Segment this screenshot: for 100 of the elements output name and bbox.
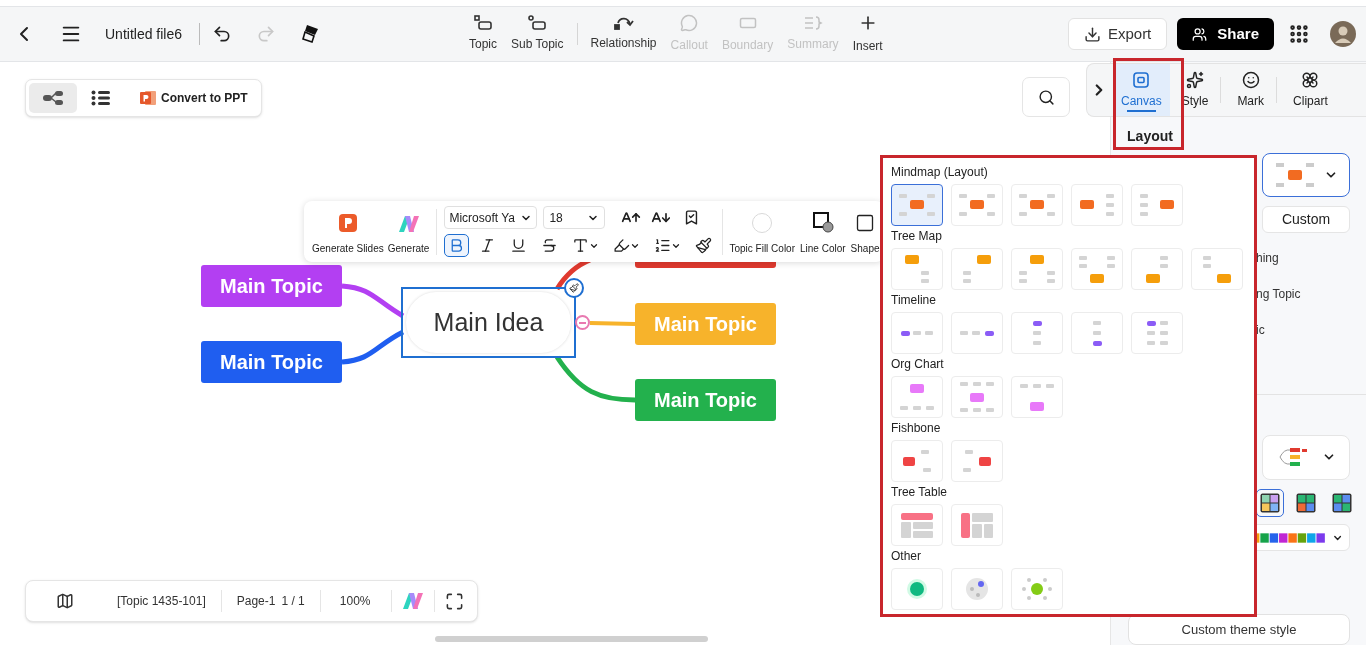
layout-thumbnail-icon bbox=[1019, 194, 1055, 216]
layout-group-title: Timeline bbox=[891, 293, 937, 307]
ai-tool-button[interactable]: Generate Slides bbox=[312, 213, 384, 256]
toolbar-button[interactable]: Sub Topic bbox=[504, 15, 571, 53]
underline-icon bbox=[510, 237, 528, 254]
toolbar-button[interactable]: Insert bbox=[845, 13, 890, 55]
layout-thumbnail-icon bbox=[961, 512, 993, 538]
layout-thumbnail-icon bbox=[1022, 578, 1052, 600]
map-icon[interactable] bbox=[56, 592, 74, 610]
setting-label: ic bbox=[1256, 321, 1266, 339]
layout-thumbnail-icon bbox=[905, 255, 929, 283]
export-button[interactable]: Export bbox=[1067, 18, 1168, 50]
setting-label: ng Topic bbox=[1256, 285, 1302, 303]
avatar[interactable] bbox=[1330, 21, 1356, 47]
ai-tool-button[interactable]: Generate bbox=[387, 215, 430, 256]
topic-node[interactable]: Main Topic bbox=[201, 341, 342, 383]
shape-style-button[interactable]: Topic Fill Color bbox=[729, 213, 795, 256]
layout-thumbnail-icon bbox=[1080, 194, 1114, 216]
framed-square-icon bbox=[1132, 70, 1151, 89]
layout-group-title: Fishbone bbox=[891, 421, 942, 435]
speech-bubble-icon bbox=[680, 14, 699, 32]
section-title: Layout bbox=[1127, 127, 1173, 145]
shape-style-button[interactable]: Shape bbox=[850, 213, 880, 256]
layout-thumbnail-icon bbox=[903, 450, 931, 472]
layout-group-title: Mindmap (Layout) bbox=[891, 165, 989, 179]
layout-thumbnail-icon bbox=[966, 578, 988, 600]
slides-logo-icon bbox=[337, 213, 358, 233]
layout-thumbnail-icon bbox=[1032, 321, 1042, 345]
layout-thumbnail-icon bbox=[900, 384, 934, 410]
layout-thumbnail-icon bbox=[960, 382, 994, 412]
download-icon bbox=[1083, 25, 1101, 43]
gradient-logo-icon bbox=[401, 592, 424, 610]
layout-thumbnail-icon bbox=[907, 579, 927, 599]
line-color-icon bbox=[811, 211, 834, 233]
layout-thumbnail-icon bbox=[1146, 321, 1168, 345]
page-name: Page-1 bbox=[236, 593, 276, 610]
strikethrough-icon bbox=[541, 237, 559, 254]
layout-thumbnail-icon bbox=[1092, 320, 1102, 346]
format-painter-icon[interactable] bbox=[302, 24, 321, 44]
layout-thumbnail-icon bbox=[1203, 255, 1231, 283]
presentation-logo-icon bbox=[139, 90, 157, 106]
connector-line bbox=[589, 321, 636, 326]
side-tab[interactable]: Clipart bbox=[1285, 64, 1336, 116]
square-icon bbox=[855, 213, 876, 233]
layout-group-title: Tree Table bbox=[891, 485, 949, 499]
horizontal-scrollbar[interactable] bbox=[435, 636, 708, 642]
topic-node[interactable] bbox=[635, 262, 776, 268]
connector-line bbox=[341, 329, 405, 365]
connector-line bbox=[341, 283, 405, 319]
layout-thumbnail-icon bbox=[963, 255, 991, 283]
toolbar-button[interactable]: Relationship bbox=[583, 16, 664, 52]
layout-group-title: Tree Map bbox=[891, 229, 943, 243]
brace-list-icon bbox=[802, 15, 823, 31]
bullet-list-icon bbox=[91, 90, 111, 106]
file-name[interactable]: Untitled file6 bbox=[105, 23, 183, 45]
central-topic-node[interactable]: Main Idea bbox=[401, 287, 576, 358]
share-button[interactable]: Share bbox=[1177, 18, 1274, 50]
layout-thumbnail-icon bbox=[1019, 255, 1055, 283]
custom-button[interactable]: Custom bbox=[1262, 206, 1350, 233]
layout-thumbnail-icon bbox=[960, 330, 994, 336]
highlighter-icon bbox=[613, 237, 631, 254]
layout-thumbnail-icon bbox=[959, 194, 995, 216]
toolbar-button[interactable]: Topic bbox=[462, 15, 504, 53]
layout-option[interactable] bbox=[891, 184, 943, 226]
mindmap-icon bbox=[42, 90, 64, 106]
layout-select[interactable] bbox=[1262, 153, 1350, 198]
theme-select[interactable] bbox=[1262, 434, 1350, 480]
topic-node[interactable]: Main Topic bbox=[201, 265, 342, 307]
apps-grid-icon[interactable] bbox=[1288, 23, 1310, 45]
setting-label: hing bbox=[1256, 249, 1280, 267]
numbered-list-icon bbox=[654, 237, 672, 254]
layout-thumbnail-icon bbox=[1079, 255, 1115, 283]
font-select[interactable]: Microsoft Ya bbox=[444, 206, 538, 229]
fullscreen-icon[interactable] bbox=[444, 591, 464, 611]
shape-style-button[interactable]: Line Color bbox=[800, 211, 846, 256]
font-size-select[interactable]: 18 bbox=[543, 206, 606, 229]
smile-icon bbox=[1241, 70, 1260, 89]
layout-thumbnail-icon bbox=[1146, 255, 1168, 283]
search-button[interactable] bbox=[1022, 77, 1070, 117]
search-icon bbox=[1037, 88, 1055, 106]
layout-group-title: Other bbox=[891, 549, 922, 563]
side-tab[interactable]: Canvas bbox=[1113, 64, 1170, 116]
layout-thumbnail-icon bbox=[901, 512, 933, 538]
mindmap-view-button[interactable] bbox=[29, 83, 77, 113]
gradient-logo-icon bbox=[397, 215, 420, 233]
layout-thumbnail-icon bbox=[901, 330, 933, 336]
custom-theme-button[interactable]: Custom theme style bbox=[1128, 614, 1350, 645]
layout-thumbnail-icon bbox=[1020, 383, 1054, 411]
convert-to-ppt-button[interactable]: Convert to PPT bbox=[139, 89, 248, 107]
topic-id: [Topic 1435-101] bbox=[117, 593, 206, 610]
text-color-icon bbox=[572, 237, 590, 254]
subtopic-icon bbox=[528, 15, 547, 31]
zoom-level[interactable]: 100% bbox=[339, 592, 371, 610]
layout-thumbnail-icon bbox=[899, 194, 935, 216]
flower-icon bbox=[1301, 70, 1320, 89]
side-tab[interactable]: Mark bbox=[1229, 64, 1273, 116]
curved-arrow-icon bbox=[613, 16, 634, 30]
layout-thumbnail-icon bbox=[963, 450, 991, 472]
layout-thumbnail-icon bbox=[1140, 194, 1174, 216]
layout-group-title: Org Chart bbox=[891, 357, 945, 371]
